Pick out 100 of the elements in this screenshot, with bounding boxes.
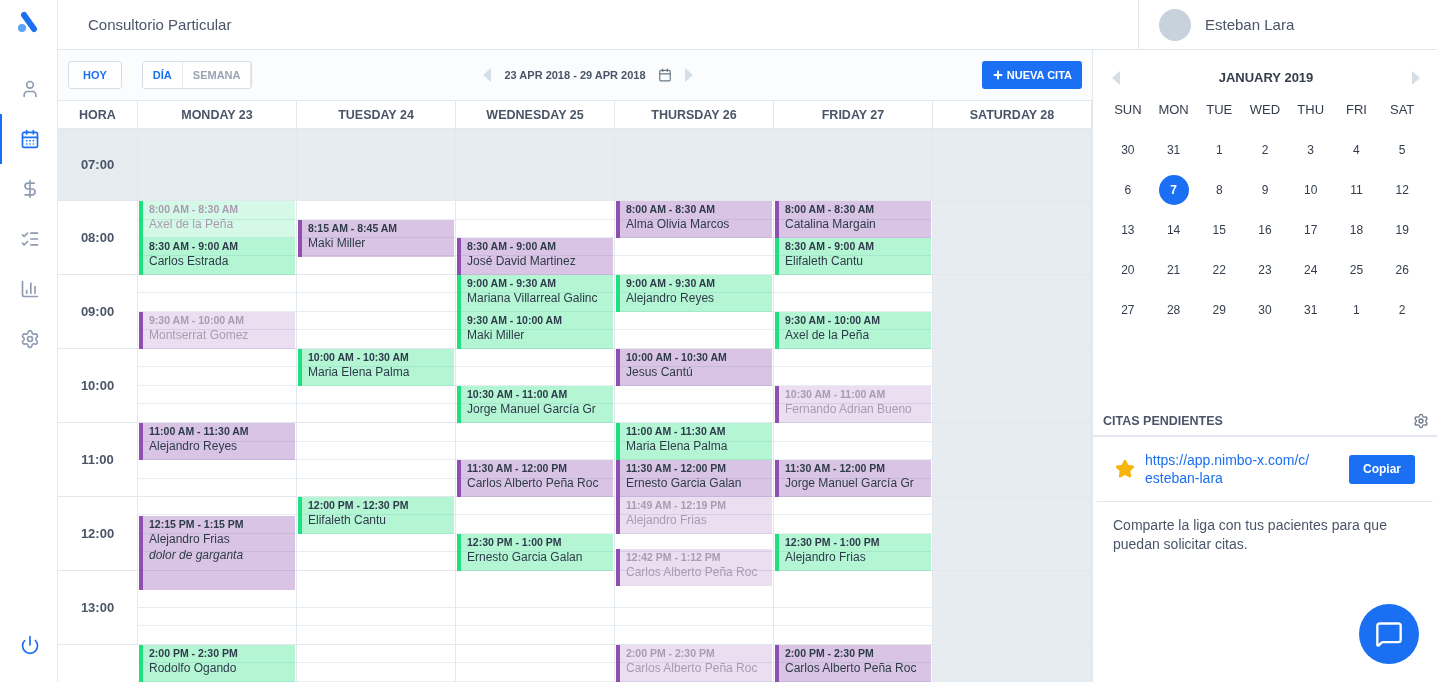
appointment-note: dolor de garganta — [149, 546, 244, 563]
calendar-day[interactable]: 28 — [1158, 295, 1189, 325]
hour-label: 11:00 — [58, 423, 138, 497]
calendar-day[interactable]: 2 — [1250, 135, 1280, 165]
today-button[interactable]: HOY — [68, 61, 122, 89]
chat-button[interactable] — [1359, 604, 1419, 664]
appointment-card[interactable]: 12:00 PM - 12:30 PM Elifaleth Cantu — [298, 497, 454, 534]
calendar-day[interactable]: 30 — [1250, 295, 1280, 325]
calendar-day[interactable]: 1 — [1204, 135, 1235, 165]
calendar-day[interactable]: 27 — [1112, 295, 1143, 325]
calendar-day[interactable]: 31 — [1158, 135, 1189, 165]
appointment-time: 11:30 AM - 12:00 PM — [467, 462, 568, 475]
calendar-day[interactable]: 17 — [1295, 215, 1326, 245]
calendar-day[interactable]: 13 — [1112, 215, 1143, 245]
appointment-card[interactable]: 9:30 AM - 10:00 AM Axel de la Peña — [775, 312, 931, 349]
calendar-day[interactable]: 16 — [1250, 215, 1280, 245]
weekday-label: TUE — [1205, 101, 1234, 119]
calendar-day[interactable]: 25 — [1341, 255, 1372, 285]
calendar-day[interactable]: 4 — [1341, 135, 1372, 165]
patient-name: Carlos Alberto Peña Roc — [467, 475, 599, 491]
avatar[interactable] — [1159, 8, 1191, 41]
calendar-day[interactable]: 10 — [1295, 175, 1326, 205]
calendar-day[interactable]: 23 — [1250, 255, 1280, 285]
patient-name: Alejandro Frias — [785, 549, 867, 565]
new-appointment-button[interactable]: NUEVA CITA — [981, 61, 1082, 89]
appointment-time: 11:49 AM - 12:19 PM — [626, 499, 726, 512]
calendar-day[interactable]: 3 — [1295, 135, 1326, 165]
calendar-day[interactable]: 18 — [1341, 215, 1372, 245]
appointment-card[interactable]: 11:30 AM - 12:00 PM Carlos Alberto Peña Roc — [457, 460, 613, 497]
appointment-time: 11:30 AM - 12:00 PM — [785, 462, 886, 475]
chat-icon — [1375, 620, 1403, 648]
appointment-card[interactable]: 8:00 AM - 8:30 AM Alma Olivia Marcos — [616, 201, 772, 238]
calendar-day[interactable]: 31 — [1295, 295, 1326, 325]
calendar-day[interactable]: 20 — [1112, 255, 1143, 285]
appointment-card[interactable]: 8:00 AM - 8:30 AM Catalina Margain — [775, 201, 931, 238]
section-title: CITAS PENDIENTES — [1103, 414, 1223, 428]
appointment-card[interactable]: 10:00 AM - 10:30 AM Maria Elena Palma — [298, 349, 454, 386]
patient-name: Maki Miller — [467, 327, 526, 343]
patient-name: Elifaleth Cantu — [308, 512, 388, 528]
patient-name: Alejandro Frias — [149, 530, 231, 547]
settings-icon[interactable] — [1413, 413, 1429, 429]
patient-name: Maki Miller — [308, 234, 367, 251]
appointment-card[interactable]: 11:30 AM - 12:00 PM Ernesto Garcia Galan — [616, 460, 772, 497]
appointment-card[interactable]: 9:30 AM - 10:00 AM Maki Miller — [457, 312, 613, 349]
prev-arrow-icon[interactable] — [482, 68, 493, 82]
hour-label: 12:00 — [58, 497, 138, 571]
calendar-day[interactable]: 12 — [1387, 175, 1418, 205]
calendar-day[interactable]: 26 — [1387, 255, 1418, 285]
appointment-card[interactable]: 8:30 AM - 9:00 AM José David Martinez — [457, 238, 613, 275]
booking-link[interactable]: https://app.nimbo-x.com/c/esteban-lara — [1145, 451, 1315, 487]
appointment-time: 10:00 AM - 10:30 AM — [626, 351, 727, 364]
appointment-card[interactable]: 12:30 PM - 1:00 PM Ernesto Garcia Galan — [457, 534, 613, 571]
appointment-card[interactable]: 2:00 PM - 2:30 PM Rodolfo Ogando — [139, 645, 295, 682]
calendar-icon[interactable] — [657, 68, 672, 82]
appointment-card[interactable]: 12:15 PM - 1:15 PM Alejandro Frias dolor de garganta — [139, 515, 295, 590]
appointment-card[interactable]: 8:30 AM - 9:00 AM Elifaleth Cantu — [775, 238, 931, 275]
calendar-day[interactable]: 1 — [1341, 295, 1372, 325]
appointment-time: 8:15 AM - 8:45 AM — [308, 221, 398, 235]
next-arrow-icon[interactable] — [683, 68, 694, 82]
prev-month-icon[interactable] — [1111, 70, 1121, 85]
calendar-day[interactable]: 14 — [1158, 215, 1189, 245]
patient-name: Axel de la Peña — [149, 216, 235, 232]
calendar-day[interactable]: 5 — [1387, 135, 1418, 165]
patient-name: Mariana Villarreal Galinc — [467, 290, 598, 306]
weekday-label: MON — [1157, 101, 1190, 119]
appointment-card[interactable]: 8:15 AM - 8:45 AM Maki Miller — [298, 219, 454, 257]
appointment-time: 8:00 AM - 8:30 AM — [626, 203, 717, 216]
patient-name: Fernando Adrian Bueno — [785, 401, 912, 417]
calendar-day[interactable]: 6 — [1112, 175, 1143, 205]
appointment-card[interactable]: 10:30 AM - 11:00 AM Jorge Manuel García Gr — [457, 386, 613, 423]
calendar-day[interactable]: 9 — [1250, 175, 1280, 205]
date-range: 23 APR 2018 - 29 APR 2018 — [504, 69, 646, 81]
appointment-card[interactable]: 2:00 PM - 2:30 PM Carlos Alberto Peña Roc — [775, 645, 931, 682]
appointment-card[interactable]: 9:00 AM - 9:30 AM Alejandro Reyes — [616, 275, 772, 312]
view-tab[interactable]: DÍA — [142, 62, 183, 88]
calendar-day[interactable]: 2 — [1387, 295, 1418, 325]
calendar-day[interactable]: 8 — [1204, 175, 1235, 205]
calendar-day[interactable]: 7 — [1158, 175, 1189, 205]
appointment-card[interactable]: 11:00 AM - 11:30 AM Maria Elena Palma — [616, 423, 772, 460]
patient-name: Axel de la Peña — [785, 327, 871, 343]
calendar-day[interactable]: 30 — [1112, 135, 1143, 165]
appointment-card[interactable]: 11:00 AM - 11:30 AM Alejandro Reyes — [139, 423, 295, 460]
appointment-card[interactable]: 11:30 AM - 12:00 PM Jorge Manuel García Gr — [775, 460, 931, 497]
calendar-day[interactable]: 22 — [1204, 255, 1235, 285]
calendar-day[interactable]: 29 — [1204, 295, 1235, 325]
share-hint: Comparte la liga con tus pacientes para que puedan solicitar citas. — [1112, 516, 1388, 554]
calendar-day[interactable]: 19 — [1387, 215, 1418, 245]
next-month-icon[interactable] — [1411, 70, 1421, 85]
calendar-day[interactable]: 24 — [1295, 255, 1326, 285]
appointment-card[interactable]: 9:00 AM - 9:30 AM Mariana Villarreal Galinc — [457, 275, 613, 312]
appointment-card[interactable]: 8:30 AM - 9:00 AM Carlos Estrada — [139, 238, 295, 275]
calendar-day[interactable]: 21 — [1158, 255, 1189, 285]
appointment-time: 2:00 PM - 2:30 PM — [785, 647, 875, 660]
calendar-day[interactable]: 11 — [1341, 175, 1372, 205]
calendar-day[interactable]: 15 — [1204, 215, 1235, 245]
appointment-card[interactable]: 10:00 AM - 10:30 AM Jesus Cantú — [616, 349, 772, 386]
user-name[interactable]: Esteban Lara — [1205, 16, 1295, 33]
copy-button[interactable]: Copiar — [1349, 454, 1415, 484]
appointment-card[interactable]: 12:30 PM - 1:00 PM Alejandro Frias — [775, 534, 931, 571]
weekday-label: THU — [1296, 101, 1326, 119]
